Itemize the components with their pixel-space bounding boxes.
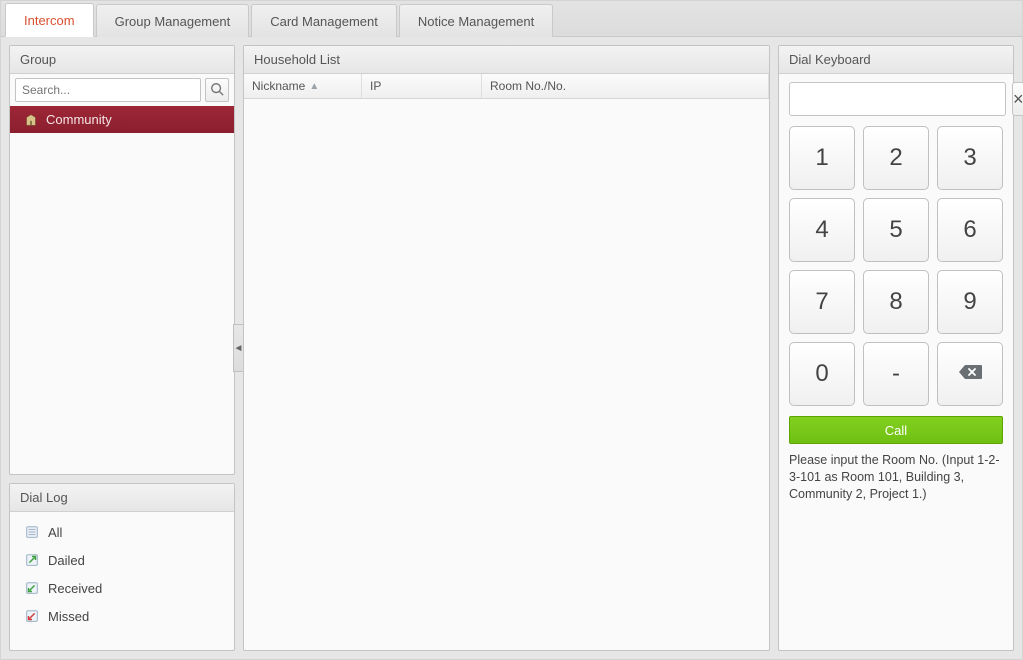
dial-log-item-dailed[interactable]: Dailed — [10, 546, 234, 574]
backspace-icon — [957, 360, 983, 388]
tab-label: Group Management — [115, 14, 231, 29]
dial-keyboard-body: × 1 2 3 4 5 6 7 8 9 0 - — [779, 74, 1013, 511]
dial-log-item-label: Missed — [48, 609, 89, 624]
key-2[interactable]: 2 — [863, 126, 929, 190]
center-column: ◄ Household List Nickname ▲ IP Room No./… — [243, 45, 770, 651]
group-panel: Group Community — [9, 45, 235, 475]
key-6[interactable]: 6 — [937, 198, 1003, 262]
key-1[interactable]: 1 — [789, 126, 855, 190]
search-icon — [210, 82, 224, 99]
log-dialed-icon — [24, 552, 40, 568]
tabs-bar: Intercom Group Management Card Managemen… — [1, 1, 1022, 37]
close-icon: × — [1013, 89, 1023, 110]
tree-item-community[interactable]: Community — [10, 106, 234, 133]
key-9[interactable]: 9 — [937, 270, 1003, 334]
dial-log-item-label: Dailed — [48, 553, 85, 568]
dial-help-text: Please input the Room No. (Input 1-2-3-1… — [789, 452, 1003, 503]
dial-log-item-missed[interactable]: Missed — [10, 602, 234, 630]
right-column: Dial Keyboard × 1 2 3 4 5 6 7 8 — [778, 45, 1014, 651]
household-panel: Household List Nickname ▲ IP Room No./No… — [243, 45, 770, 651]
tree-item-label: Community — [46, 112, 112, 127]
log-received-icon — [24, 580, 40, 596]
group-panel-title: Group — [10, 46, 234, 74]
collapse-left-handle[interactable]: ◄ — [233, 324, 243, 372]
dial-keyboard-title: Dial Keyboard — [779, 46, 1013, 74]
column-header-room[interactable]: Room No./No. — [482, 74, 769, 98]
sort-asc-icon: ▲ — [309, 81, 319, 92]
org-icon — [24, 113, 38, 127]
dial-keyboard-panel: Dial Keyboard × 1 2 3 4 5 6 7 8 — [778, 45, 1014, 651]
household-panel-title: Household List — [244, 46, 769, 74]
group-search-input[interactable] — [15, 78, 201, 102]
call-button[interactable]: Call — [789, 416, 1003, 444]
left-column: Group Community Dial Log — [9, 45, 235, 651]
tab-card-management[interactable]: Card Management — [251, 4, 397, 37]
tab-intercom[interactable]: Intercom — [5, 3, 94, 37]
key-7[interactable]: 7 — [789, 270, 855, 334]
dial-log-item-label: Received — [48, 581, 102, 596]
group-search-row — [10, 74, 234, 106]
column-header-ip[interactable]: IP — [362, 74, 482, 98]
group-search-button[interactable] — [205, 78, 229, 102]
workarea: Group Community Dial Log — [1, 37, 1022, 659]
dial-keypad: 1 2 3 4 5 6 7 8 9 0 - — [789, 126, 1003, 406]
key-0[interactable]: 0 — [789, 342, 855, 406]
key-3[interactable]: 3 — [937, 126, 1003, 190]
dial-display-input[interactable] — [789, 82, 1006, 116]
household-table-body — [244, 99, 769, 650]
dial-log-list: All Dailed Received — [10, 512, 234, 650]
column-label: Room No./No. — [490, 79, 566, 93]
dial-log-item-all[interactable]: All — [10, 518, 234, 546]
key-4[interactable]: 4 — [789, 198, 855, 262]
tab-group-management[interactable]: Group Management — [96, 4, 250, 37]
key-5[interactable]: 5 — [863, 198, 929, 262]
household-table-header: Nickname ▲ IP Room No./No. — [244, 74, 769, 99]
log-missed-icon — [24, 608, 40, 624]
dial-log-panel: Dial Log All Dailed — [9, 483, 235, 651]
column-label: IP — [370, 79, 381, 93]
dial-clear-button[interactable]: × — [1012, 82, 1023, 116]
column-header-nickname[interactable]: Nickname ▲ — [244, 74, 362, 98]
key-backspace[interactable] — [937, 342, 1003, 406]
key-8[interactable]: 8 — [863, 270, 929, 334]
dial-display-row: × — [789, 82, 1003, 116]
tab-label: Notice Management — [418, 14, 534, 29]
dial-log-title: Dial Log — [10, 484, 234, 512]
dial-log-item-received[interactable]: Received — [10, 574, 234, 602]
chevron-left-icon: ◄ — [234, 343, 244, 354]
log-all-icon — [24, 524, 40, 540]
group-tree: Community — [10, 106, 234, 474]
tab-notice-management[interactable]: Notice Management — [399, 4, 553, 37]
tab-label: Card Management — [270, 14, 378, 29]
key-dash[interactable]: - — [863, 342, 929, 406]
column-label: Nickname — [252, 79, 305, 93]
dial-log-item-label: All — [48, 525, 62, 540]
tab-label: Intercom — [24, 13, 75, 28]
